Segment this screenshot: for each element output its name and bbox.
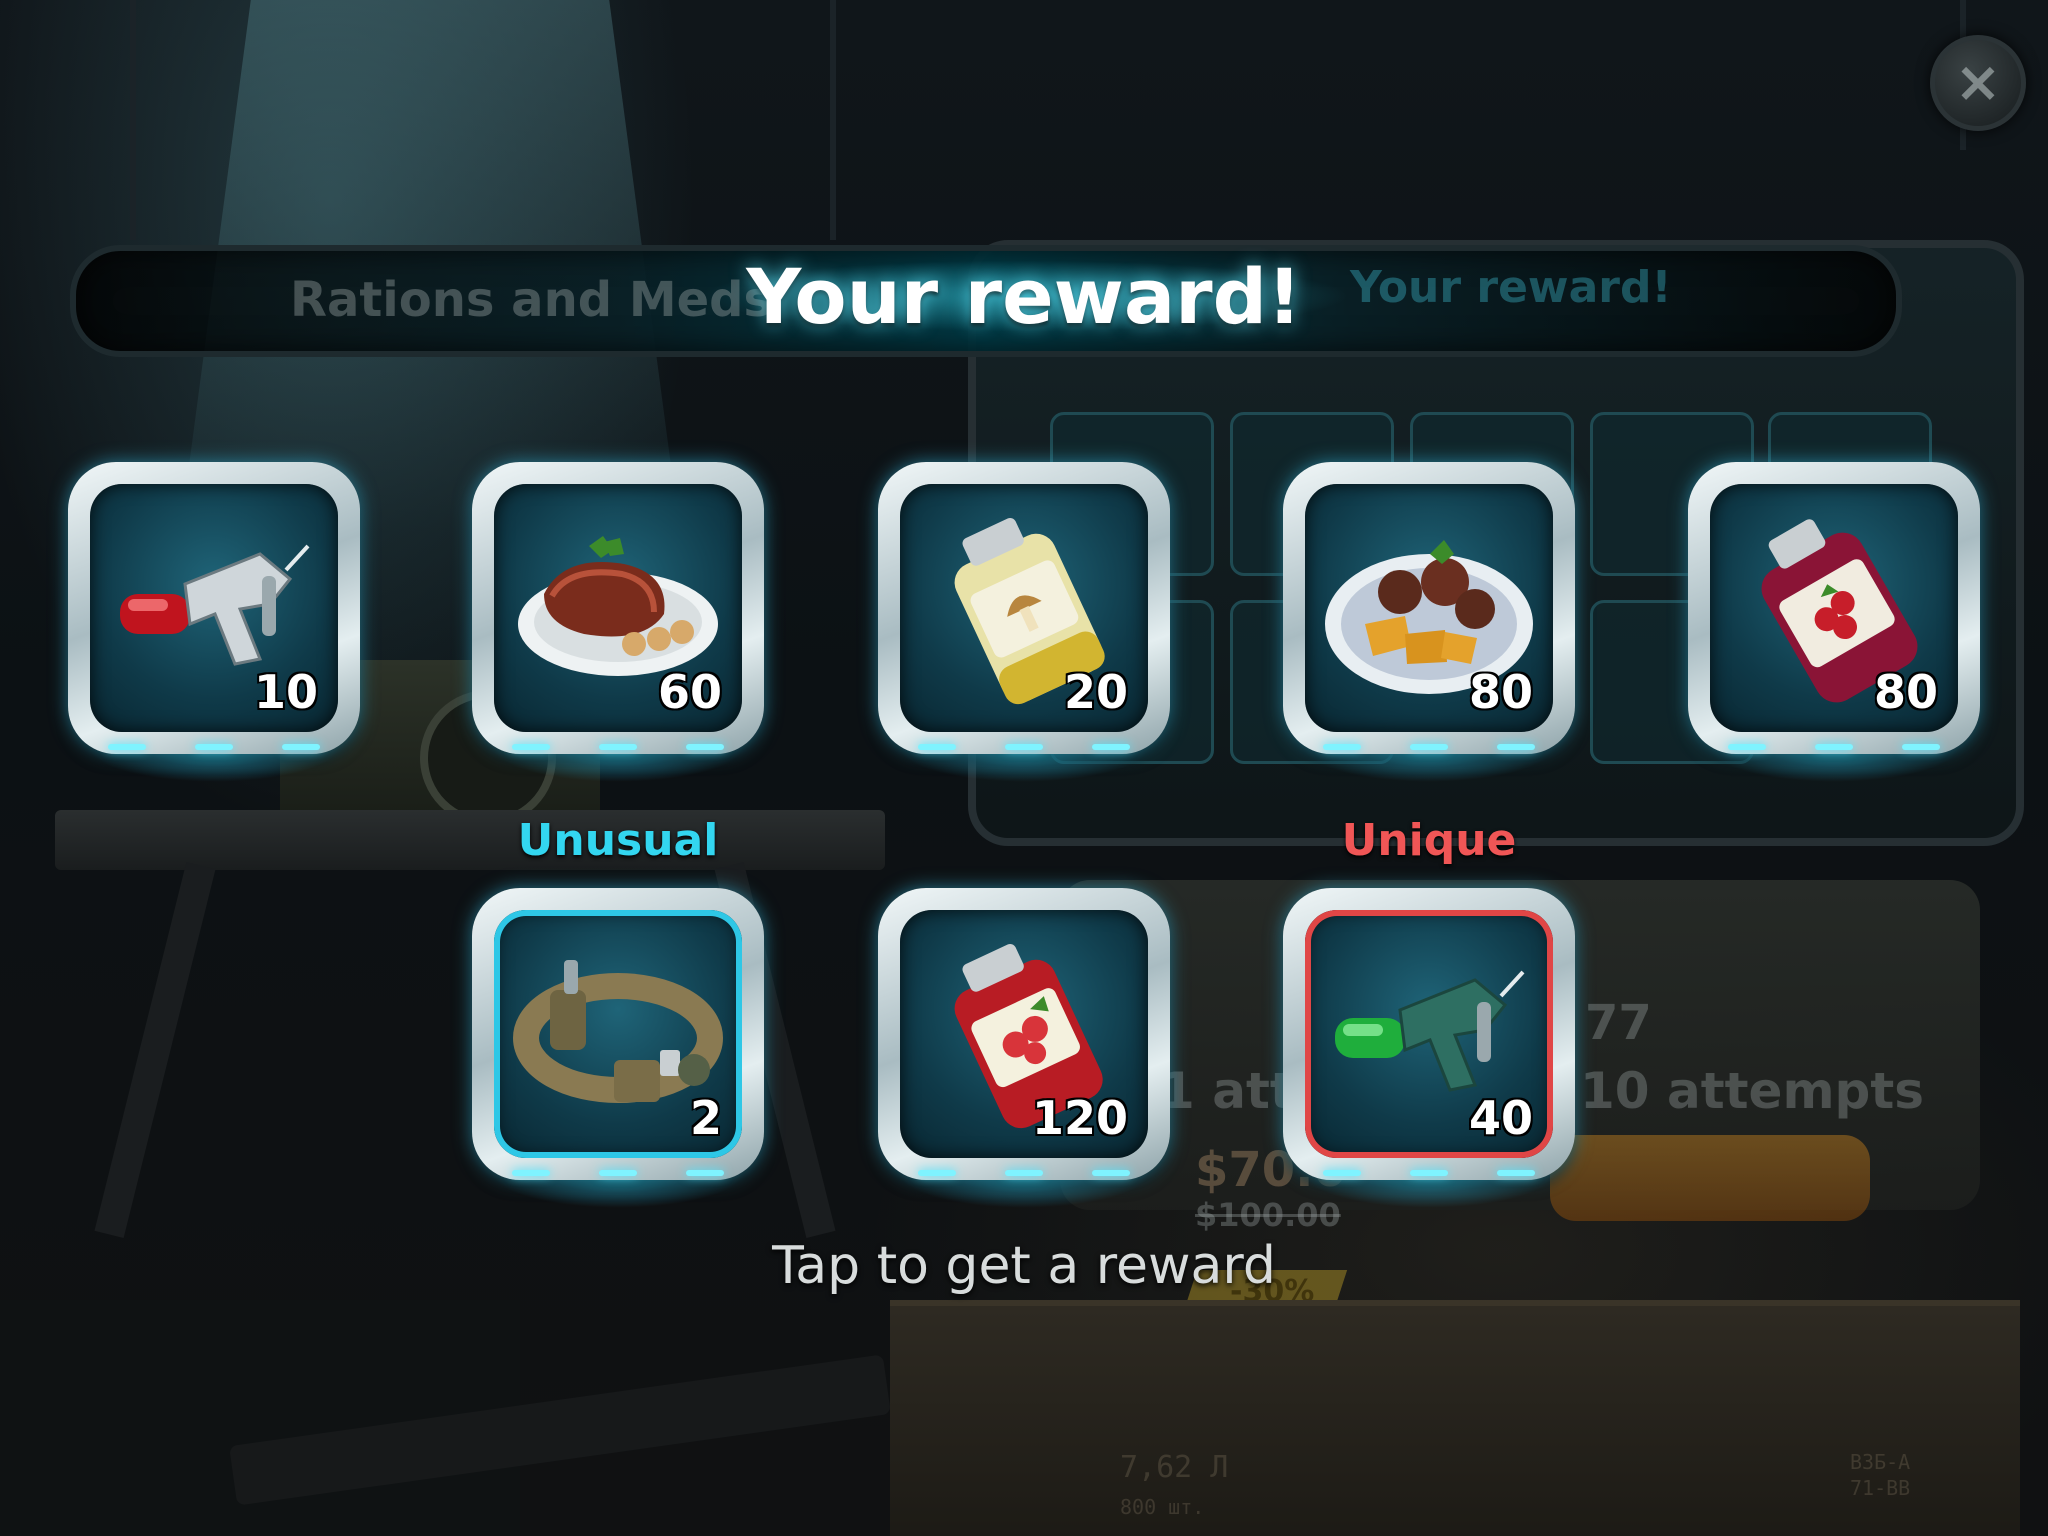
reward-card[interactable]: 80 <box>1283 462 1575 782</box>
close-button[interactable]: × <box>1930 35 2026 131</box>
reward-count: 80 <box>1468 665 1533 719</box>
shop-counter: 77 <box>1585 995 1652 1051</box>
rarity-label-unique: Unique <box>1341 815 1517 866</box>
reward-count: 10 <box>253 665 318 719</box>
ceiling-cable <box>830 0 836 240</box>
card-lights <box>512 1170 724 1178</box>
reward-count: 2 <box>689 1091 722 1145</box>
crate-stencil: 7,62 Л <box>1120 1450 1229 1485</box>
card-lights <box>918 744 1130 752</box>
popup-title: Your reward! <box>746 252 1302 341</box>
tap-to-get-reward-hint[interactable]: Tap to get a reward <box>0 1236 2048 1296</box>
card-lights <box>1323 744 1535 752</box>
crate-qty: 800 шт. <box>1120 1495 1205 1519</box>
ceiling-cable <box>130 0 136 240</box>
crate-code: ВЗБ-А <box>1850 1450 1911 1474</box>
reward-card[interactable]: 60 <box>472 462 764 782</box>
reward-count: 20 <box>1063 665 1128 719</box>
card-lights <box>108 744 320 752</box>
reward-card[interactable]: 10 <box>68 462 360 782</box>
rarity-label-unusual: Unusual <box>517 815 719 866</box>
reward-card[interactable]: 80 <box>1688 462 1980 782</box>
crate-sub: 71-ВВ <box>1850 1476 1911 1500</box>
shop-buy-button <box>1550 1135 1870 1221</box>
reward-count: 40 <box>1468 1091 1533 1145</box>
reward-card[interactable]: 120 <box>878 888 1170 1208</box>
shop-attempts-10: 10 attempts <box>1580 1062 1924 1120</box>
card-lights <box>1728 744 1940 752</box>
reward-card[interactable]: 2 <box>472 888 764 1208</box>
close-icon: × <box>1954 50 2002 115</box>
ammo-crate <box>890 1300 2020 1536</box>
reward-card[interactable]: 20 <box>878 462 1170 782</box>
reward-count: 60 <box>657 665 722 719</box>
card-lights <box>512 744 724 752</box>
reward-card[interactable]: 40 <box>1283 888 1575 1208</box>
card-lights <box>1323 1170 1535 1178</box>
table-leg <box>94 862 216 1238</box>
reward-count: 80 <box>1873 665 1938 719</box>
reward-count: 120 <box>1031 1091 1128 1145</box>
card-lights <box>918 1170 1130 1178</box>
